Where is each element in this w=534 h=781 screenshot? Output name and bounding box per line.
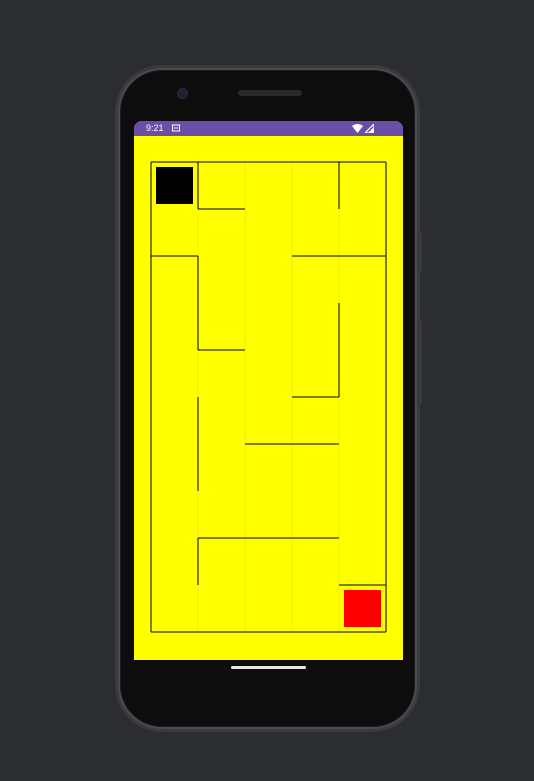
front-camera-icon: [177, 88, 188, 99]
exit-square: [344, 590, 381, 627]
power-button: [418, 232, 422, 272]
volume-button: [418, 320, 422, 404]
maze-walls: [150, 161, 387, 633]
earpiece-speaker: [238, 90, 302, 96]
player-square[interactable]: [156, 167, 193, 204]
maze-board[interactable]: [134, 121, 403, 660]
app-screen: 9:21: [134, 121, 403, 660]
home-gesture-bar[interactable]: [231, 666, 306, 669]
